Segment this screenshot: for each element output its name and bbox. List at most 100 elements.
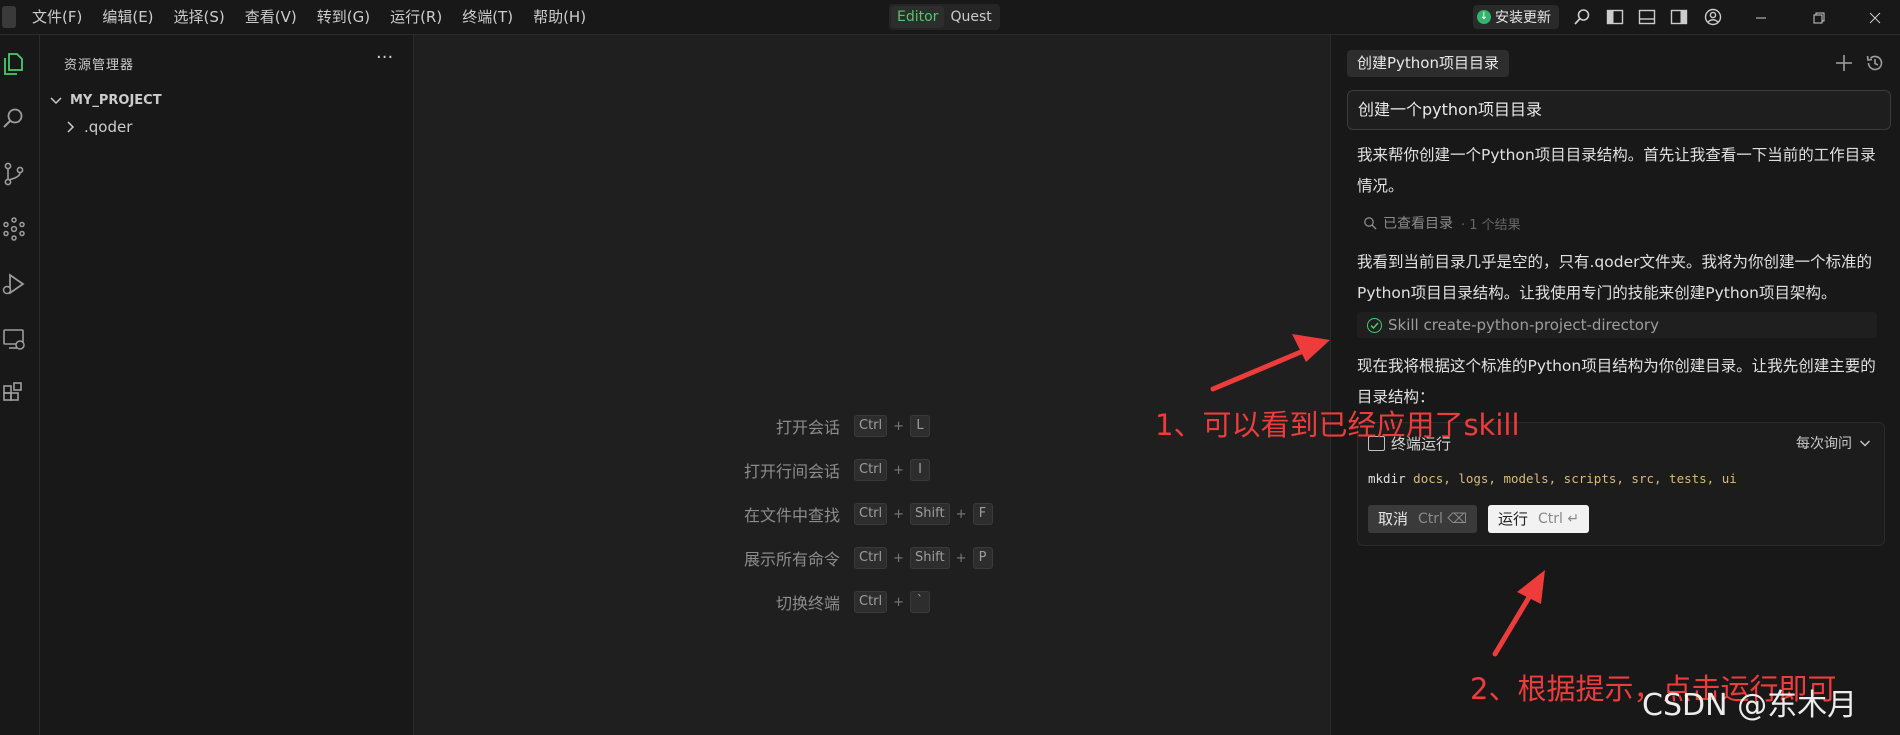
account-icon[interactable] <box>1704 8 1722 26</box>
tool-result-label: 已查看目录 <box>1383 216 1453 232</box>
shortcut-keys: Ctrl + I <box>854 459 931 481</box>
hint-show-all-commands: 展示所有命令 Ctrl + Shift + P <box>414 546 1274 570</box>
hint-label: 在文件中查找 <box>743 506 840 525</box>
shortcut-keys: Ctrl + Shift + P <box>854 547 993 569</box>
key: Ctrl <box>854 459 888 481</box>
new-chat-icon[interactable] <box>1833 52 1855 74</box>
mode-switch: Editor Quest <box>889 4 1000 30</box>
graph-nodes-icon[interactable] <box>1 216 27 242</box>
search-icon[interactable] <box>1 106 27 132</box>
hint-label: 打开行间会话 <box>743 462 840 481</box>
menu-help[interactable]: 帮助(H) <box>533 0 586 35</box>
activity-bar <box>0 35 40 735</box>
search-icon[interactable] <box>1573 8 1591 26</box>
chevron-right-icon <box>67 121 75 133</box>
project-root[interactable]: MY_PROJECT <box>48 92 162 108</box>
hint-toggle-terminal: 切换终端 Ctrl + ` <box>414 590 1274 614</box>
download-icon: ↓ <box>1477 10 1491 24</box>
history-icon[interactable] <box>1865 53 1885 73</box>
toggle-secondary-sidebar-icon[interactable] <box>1670 8 1688 26</box>
shortcut-keys: Ctrl + ` <box>854 591 931 613</box>
menu-file[interactable]: 文件(F) <box>32 0 82 35</box>
hint-open-chat: 打开会话 Ctrl + L <box>414 414 1274 438</box>
run-policy-dropdown[interactable]: 每次询问 <box>1796 433 1872 453</box>
hint-find-in-files: 在文件中查找 Ctrl + Shift + F <box>414 502 1274 526</box>
terminal-command: mkdir docs, logs, models, scripts, src, … <box>1368 471 1737 486</box>
more-actions-button[interactable]: ··· <box>376 49 393 67</box>
key: Ctrl <box>854 591 888 613</box>
assistant-message-2: 我看到当前目录几乎是空的，只有.qoder文件夹。我将为你创建一个标准的Pyth… <box>1357 253 1872 302</box>
command-name: mkdir <box>1368 471 1406 486</box>
minimize-icon <box>1756 17 1766 18</box>
key: Ctrl <box>854 547 888 569</box>
menu-view[interactable]: 查看(V) <box>245 0 297 35</box>
menu-run[interactable]: 运行(R) <box>390 0 442 35</box>
assistant-message-1: 我来帮你创建一个Python项目目录结构。首先让我查看一下当前的工作目录情况。 <box>1357 146 1876 195</box>
explorer-title: 资源管理器 <box>64 58 135 73</box>
cancel-label: 取消 <box>1378 510 1409 528</box>
menu-selection[interactable]: 选择(S) <box>174 0 225 35</box>
editor-area: 打开会话 Ctrl + L 打开行间会话 Ctrl + I 在文件中查找 Ctr… <box>414 35 1330 735</box>
search-icon <box>1364 217 1377 230</box>
key: Ctrl <box>854 415 888 437</box>
restore-button[interactable] <box>1796 0 1842 35</box>
skill-applied-item[interactable]: Skill create-python-project-directory <box>1357 312 1877 338</box>
run-policy-value: 每次询问 <box>1796 436 1852 452</box>
tree-item-folder[interactable]: .qoder <box>62 118 132 136</box>
explorer-sidebar: 资源管理器 ··· MY_PROJECT .qoder <box>40 35 414 735</box>
key: F <box>972 503 993 525</box>
chevron-down-icon <box>50 97 62 105</box>
tool-result-count: · 1 个结果 <box>1461 217 1521 233</box>
ide-window: 文件(F) 编辑(E) 选择(S) 查看(V) 转到(G) 运行(R) 终端(T… <box>0 0 1900 735</box>
toggle-primary-sidebar-icon[interactable] <box>1606 8 1624 26</box>
close-window-button[interactable] <box>1852 0 1898 35</box>
restore-icon <box>1813 12 1825 23</box>
user-message: 创建一个python项目目录 <box>1347 90 1891 130</box>
install-update-button[interactable]: ↓ 安装更新 <box>1473 5 1559 29</box>
chat-session-tab[interactable]: 创建Python项目目录 <box>1347 50 1509 77</box>
hint-label: 打开会话 <box>775 418 840 437</box>
shortcut-keys: Ctrl + L <box>854 415 931 437</box>
menu-edit[interactable]: 编辑(E) <box>102 0 153 35</box>
run-label: 运行 <box>1498 510 1529 528</box>
tool-result-list-dir[interactable]: 已查看目录 · 1 个结果 <box>1363 213 1521 233</box>
hint-open-inline-chat: 打开行间会话 Ctrl + I <box>414 458 1274 482</box>
run-button[interactable]: 运行 Ctrl ↵ <box>1488 505 1590 533</box>
title-bar: 文件(F) 编辑(E) 选择(S) 查看(V) 转到(G) 运行(R) 终端(T… <box>0 0 1900 35</box>
install-update-label: 安装更新 <box>1495 10 1551 26</box>
annotation-note-1: 1、可以看到已经应用了skill <box>1155 408 1520 442</box>
cancel-button[interactable]: 取消 Ctrl ⌫ <box>1368 505 1478 533</box>
key: Shift <box>910 503 950 525</box>
hint-label: 切换终端 <box>775 594 840 613</box>
mode-quest-button[interactable]: Quest <box>944 6 997 28</box>
remote-explorer-icon[interactable] <box>1 326 27 352</box>
app-logo-icon <box>2 6 16 28</box>
ai-chat-panel: 创建Python项目目录 创建一个python项目目录 我来帮你创建一个Pyth… <box>1330 35 1900 735</box>
hint-label: 展示所有命令 <box>743 550 840 569</box>
folder-name: .qoder <box>84 118 133 136</box>
key: ` <box>910 591 931 613</box>
key: I <box>910 459 931 481</box>
watermark: CSDN @东木月 <box>1642 688 1858 723</box>
shortcut-keys: Ctrl + Shift + F <box>854 503 993 525</box>
key: Shift <box>910 547 950 569</box>
close-icon <box>1869 12 1881 23</box>
mode-editor-button[interactable]: Editor <box>891 6 945 28</box>
menu-terminal[interactable]: 终端(T) <box>462 0 513 35</box>
check-circle-icon <box>1367 317 1382 333</box>
extensions-icon[interactable] <box>1 381 27 407</box>
run-debug-icon[interactable] <box>1 271 27 297</box>
key: Ctrl <box>854 503 888 525</box>
key: L <box>910 415 931 437</box>
skill-name: Skill create-python-project-directory <box>1388 316 1659 334</box>
command-args: docs, logs, models, scripts, src, tests,… <box>1413 471 1737 486</box>
toggle-panel-icon[interactable] <box>1638 8 1656 26</box>
key: P <box>972 547 993 569</box>
explorer-files-icon[interactable] <box>1 51 27 77</box>
chevron-down-icon <box>1860 440 1870 447</box>
source-control-icon[interactable] <box>1 161 27 187</box>
menu-go[interactable]: 转到(G) <box>317 0 370 35</box>
project-name: MY_PROJECT <box>70 92 162 108</box>
minimize-button[interactable] <box>1738 0 1784 35</box>
menu-bar: 文件(F) 编辑(E) 选择(S) 查看(V) 转到(G) 运行(R) 终端(T… <box>32 0 606 35</box>
